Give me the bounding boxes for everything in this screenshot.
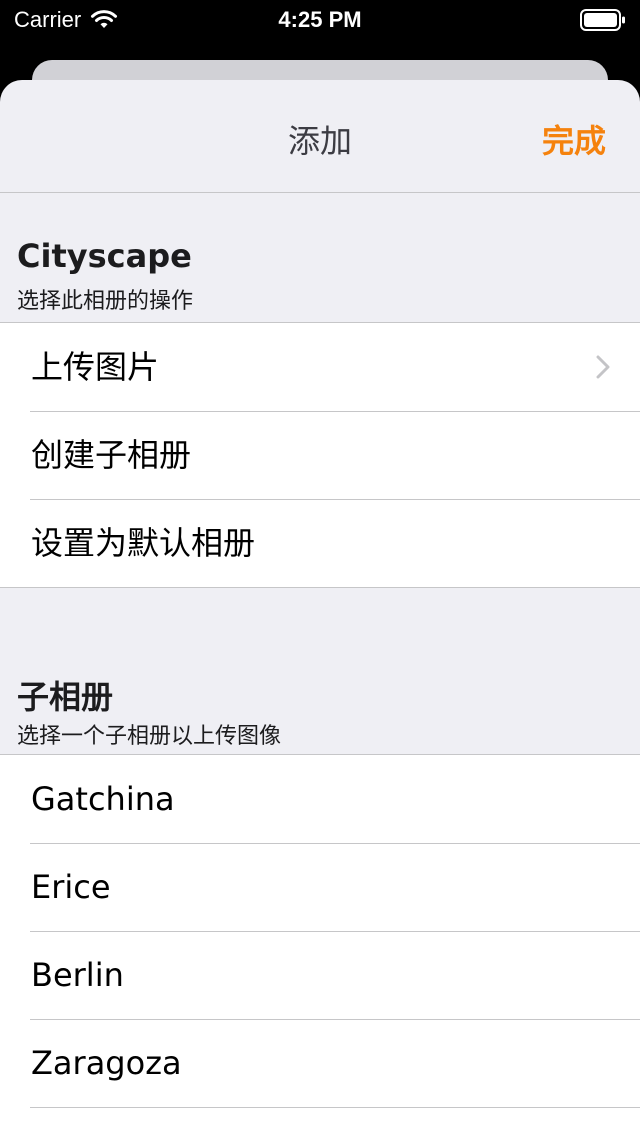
modal-sheet: 添加 完成 Cityscape 选择此相册的操作 上传图片 创建子相册 设置为默… [0, 80, 640, 1136]
subalbum-section-title: 子相册 [17, 678, 114, 716]
subalbum-row-gatchina[interactable]: Gatchina [0, 755, 640, 843]
battery-icon [580, 9, 625, 31]
done-button[interactable]: 完成 [542, 116, 606, 162]
subalbum-row-berlin[interactable]: Berlin [0, 931, 640, 1019]
status-time: 4:25 PM [278, 7, 362, 32]
create-subalbum-label: 创建子相册 [31, 436, 192, 474]
subalbum-list: Gatchina Erice Berlin Zaragoza [0, 754, 640, 1136]
subalbum-section-subtitle: 选择一个子相册以上传图像 [17, 724, 282, 749]
set-default-album-row[interactable]: 设置为默认相册 [0, 499, 640, 587]
album-actions-list: 上传图片 创建子相册 设置为默认相册 [0, 322, 640, 588]
album-section-title: Cityscape [17, 237, 192, 275]
album-section-subtitle: 选择此相册的操作 [17, 289, 194, 314]
status-bar: Carrier 4:25 PM [0, 0, 640, 40]
subalbum-row-partial[interactable] [0, 1107, 640, 1136]
navigation-bar: 添加 完成 [0, 80, 640, 193]
create-subalbum-row[interactable]: 创建子相册 [0, 411, 640, 499]
subalbum-label: Erice [31, 868, 111, 906]
upload-images-row[interactable]: 上传图片 [0, 323, 640, 411]
subalbum-label: Gatchina [31, 780, 175, 818]
chevron-right-icon [596, 355, 610, 379]
upload-images-label: 上传图片 [31, 348, 160, 386]
subalbum-section-header: 子相册 选择一个子相册以上传图像 [0, 588, 640, 754]
subalbum-row-erice[interactable]: Erice [0, 843, 640, 931]
album-section-header: Cityscape 选择此相册的操作 [0, 193, 640, 322]
subalbum-label: Zaragoza [31, 1044, 182, 1082]
set-default-album-label: 设置为默认相册 [31, 524, 256, 562]
subalbum-label: Berlin [31, 956, 124, 994]
subalbum-row-zaragoza[interactable]: Zaragoza [0, 1019, 640, 1107]
